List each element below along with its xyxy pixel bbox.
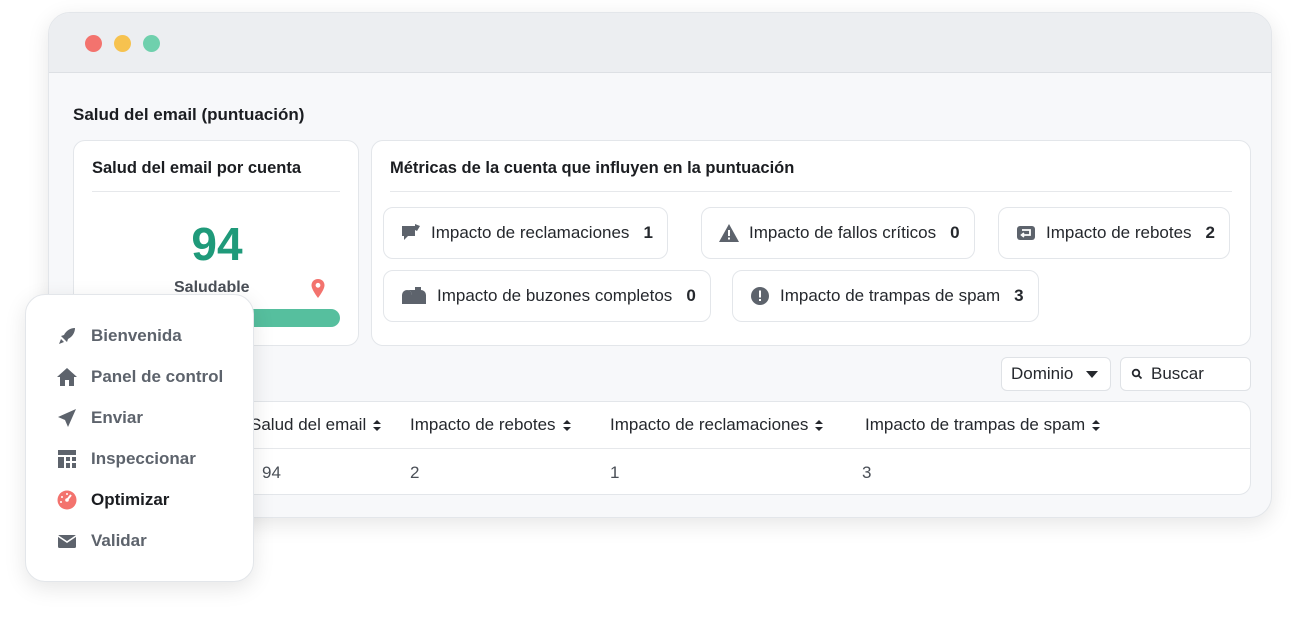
maximize-window-button[interactable] (143, 35, 160, 52)
gauge-icon (57, 490, 77, 510)
mailbox-icon (402, 287, 426, 304)
metric-complaints[interactable]: Impacto de reclamaciones 1 (383, 207, 668, 259)
envelope-icon (57, 535, 77, 548)
column-header-email-health[interactable]: Salud del email (250, 415, 382, 435)
column-header-spam-traps[interactable]: Impacto de trampas de spam (865, 415, 1101, 435)
cell-email-health: 94 (262, 463, 281, 482)
cell-complaints: 1 (610, 463, 620, 482)
health-score: 94 (191, 218, 243, 270)
sidebar-item-enviar[interactable]: Enviar (56, 406, 143, 430)
sidebar-item-label: Optimizar (91, 490, 170, 509)
home-icon (57, 368, 77, 386)
metric-label: Impacto de fallos críticos (749, 223, 937, 242)
page-title: Salud del email (puntuación) (73, 105, 305, 124)
metric-label: Impacto de buzones completos (437, 286, 673, 305)
metric-value: 2 (1205, 223, 1215, 242)
metric-value: 0 (686, 286, 696, 305)
metric-label: Impacto de trampas de spam (780, 286, 1001, 305)
metrics-title: Métricas de la cuenta que influyen en la… (390, 159, 795, 177)
metric-value: 3 (1014, 286, 1024, 305)
account-health-title: Salud del email por cuenta (92, 159, 302, 177)
rocket-icon (59, 328, 75, 344)
sort-icon (373, 419, 382, 431)
sidebar-item-inspeccionar[interactable]: Inspeccionar (56, 447, 196, 471)
complaint-icon (402, 224, 420, 240)
domain-select-value: Dominio (1011, 364, 1074, 383)
search-icon (1131, 368, 1143, 380)
sort-icon (815, 419, 824, 431)
sidebar-item-bienvenida[interactable]: Bienvenida (56, 324, 182, 348)
close-window-button[interactable] (85, 35, 102, 52)
metric-full-mailboxes[interactable]: Impacto de buzones completos 0 (383, 270, 711, 322)
divider (390, 191, 1232, 192)
cell-bounces: 2 (410, 463, 420, 482)
column-header-complaints[interactable]: Impacto de reclamaciones (610, 415, 824, 435)
search-input[interactable] (1151, 364, 1237, 384)
cell-spam-traps: 3 (862, 463, 872, 482)
column-header-label: Impacto de trampas de spam (865, 415, 1086, 434)
search-box[interactable] (1120, 357, 1251, 391)
metric-spam-traps[interactable]: Impacto de trampas de spam 3 (732, 270, 1039, 322)
sidebar-item-optimizar[interactable]: Optimizar (56, 488, 169, 512)
metric-value: 0 (950, 223, 960, 242)
minimize-window-button[interactable] (114, 35, 131, 52)
metric-bounces[interactable]: Impacto de rebotes 2 (998, 207, 1230, 259)
alert-icon (751, 287, 769, 305)
sidebar-nav: Bienvenida Panel de control Enviar Inspe… (25, 294, 254, 582)
metric-label: Impacto de rebotes (1046, 223, 1192, 242)
sidebar-item-panel-de-control[interactable]: Panel de control (56, 365, 223, 389)
column-header-label: Impacto de reclamaciones (610, 415, 809, 434)
column-header-label: Impacto de rebotes (410, 415, 556, 434)
domain-select[interactable]: Dominio (1001, 357, 1111, 391)
sidebar-item-label: Inspeccionar (91, 449, 196, 468)
metrics-card: Métricas de la cuenta que influyen en la… (371, 140, 1251, 346)
warning-icon (719, 224, 739, 242)
location-pin-icon (311, 279, 325, 298)
sidebar-item-label: Bienvenida (91, 326, 182, 345)
divider (92, 191, 340, 192)
sort-icon (1092, 419, 1101, 431)
sidebar-item-label: Enviar (91, 408, 143, 427)
metric-label: Impacto de reclamaciones (431, 223, 630, 242)
column-header-bounces[interactable]: Impacto de rebotes (410, 415, 571, 435)
grid-icon (58, 450, 76, 468)
sidebar-item-validar[interactable]: Validar (56, 529, 147, 553)
sidebar-item-label: Validar (91, 531, 147, 550)
column-header-label: Salud del email (250, 415, 367, 434)
metric-critical-failures[interactable]: Impacto de fallos críticos 0 (701, 207, 975, 259)
sidebar-item-label: Panel de control (91, 367, 224, 386)
send-icon (58, 409, 76, 427)
sort-icon (562, 419, 571, 431)
caret-down-icon (1086, 371, 1098, 378)
bounce-icon (1017, 226, 1035, 240)
metric-value: 1 (643, 223, 653, 242)
title-bar (49, 13, 1271, 73)
